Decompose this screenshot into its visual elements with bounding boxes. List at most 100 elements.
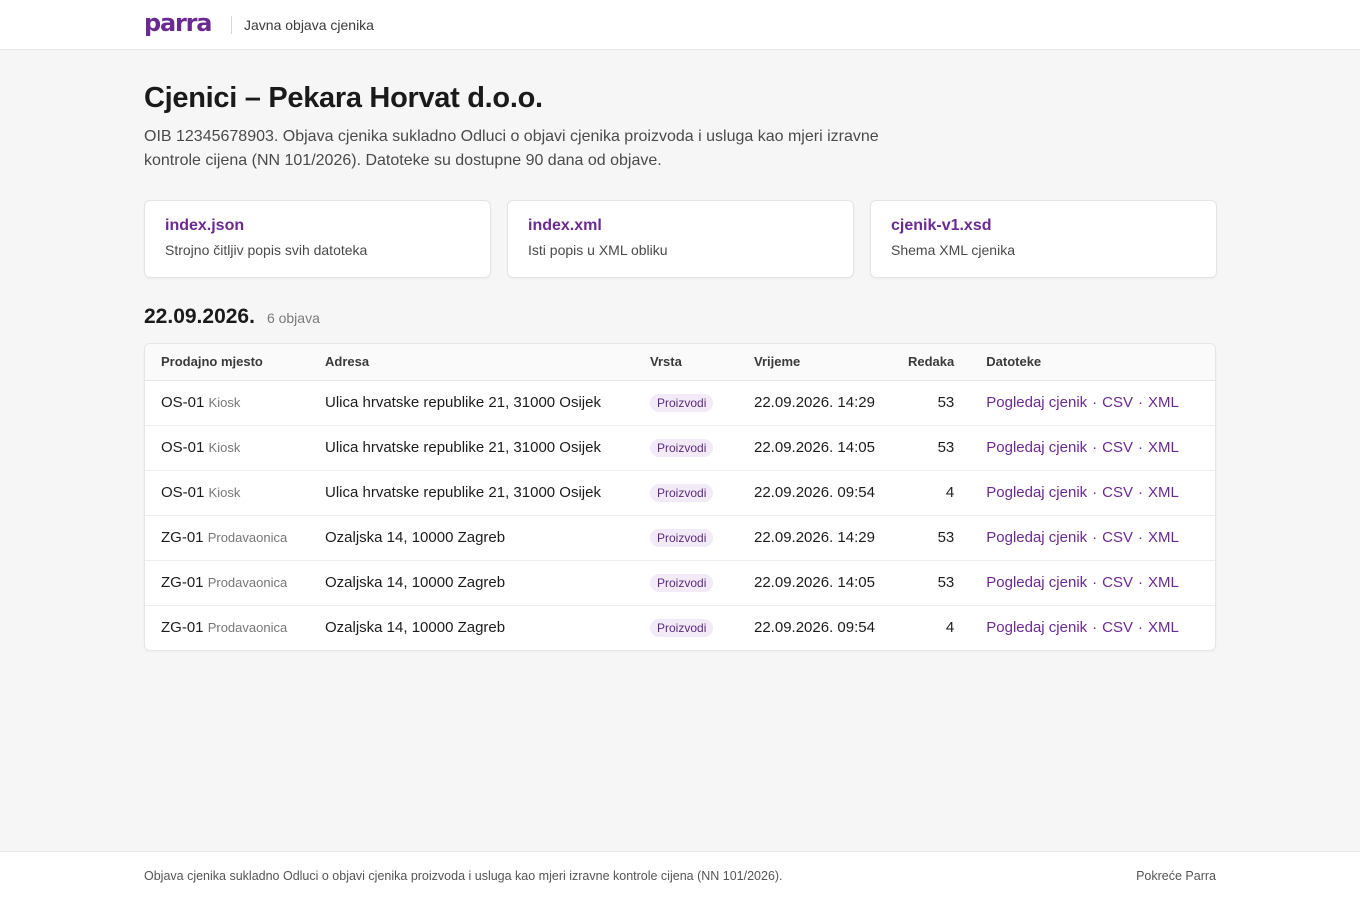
footer-legal-text: Objava cjenika sukladno Odluci o objavi … xyxy=(144,869,783,883)
cell-type: Proizvodi xyxy=(634,380,738,426)
table-header-row: Prodajno mjesto Adresa Vrsta Vrijeme Red… xyxy=(145,344,1215,381)
link-separator: · xyxy=(1138,484,1143,501)
col-header-time: Vrijeme xyxy=(738,344,892,381)
link-separator: · xyxy=(1138,529,1143,546)
link-separator: · xyxy=(1092,439,1098,456)
table-row: OS-01 Kiosk Ulica hrvatske republike 21, … xyxy=(145,380,1215,426)
card-index-xml-desc: Isti popis u XML obliku xyxy=(528,242,668,258)
col-header-rows: Redaka xyxy=(892,344,971,381)
cell-time: 22.09.2026. 09:54 xyxy=(754,619,875,637)
csv-download-link[interactable]: CSV xyxy=(1102,439,1133,456)
location-type: Prodavaonica xyxy=(207,620,288,636)
cell-files: Pogledaj cjenik · CSV · XML xyxy=(970,560,1215,606)
cell-location: OS-01 Kiosk xyxy=(145,470,309,516)
card-index-xml-link[interactable]: index.xml xyxy=(528,217,833,235)
link-separator: · xyxy=(1138,619,1143,637)
date-heading: 22.09.2026. xyxy=(144,305,255,328)
svg-text:parra: parra xyxy=(144,13,211,37)
cell-type: Proizvodi xyxy=(634,470,738,516)
card-schema-xsd-desc: Shema XML cjenika xyxy=(891,242,1015,258)
link-separator: · xyxy=(1092,484,1098,501)
top-bar-inner: parra Javna objava cjenika xyxy=(144,0,374,50)
location-code: ZG-01 xyxy=(161,619,204,637)
cell-row-count: 4 xyxy=(892,470,971,516)
parra-logo-icon: parra xyxy=(144,13,212,37)
location-code: ZG-01 xyxy=(161,574,204,591)
xml-download-link[interactable]: XML xyxy=(1148,529,1179,546)
location-type: Kiosk xyxy=(208,485,241,500)
view-price-list-link[interactable]: Pogledaj cjenik xyxy=(986,619,1087,636)
csv-download-link[interactable]: CSV xyxy=(1102,394,1133,411)
date-group-header: 22.09.2026. 6 objava xyxy=(144,305,320,329)
csv-download-link[interactable]: CSV xyxy=(1102,619,1133,636)
type-badge: Proizvodi xyxy=(650,483,714,502)
cell-time: 22.09.2026. 14:05 xyxy=(738,425,892,471)
link-separator: · xyxy=(1092,529,1098,546)
type-badge: Proizvodi xyxy=(650,573,714,592)
cell-files: Pogledaj cjenik · CSV · XML xyxy=(970,605,1215,650)
table-row: OS-01 Kiosk Ulica hrvatske republike 21, … xyxy=(145,470,1215,516)
cell-type: Proizvodi xyxy=(634,560,738,606)
type-badge: Proizvodi xyxy=(650,528,714,547)
xml-download-link[interactable]: XML xyxy=(1148,439,1179,456)
table-row: ZG-01 Prodavaonica Ozaljska 14, 10000 Zag… xyxy=(145,605,1215,650)
card-index-xml[interactable]: index.xml Isti popis u XML obliku xyxy=(507,200,854,278)
csv-download-link[interactable]: CSV xyxy=(1102,529,1133,546)
cell-location: ZG-01 Prodavaonica xyxy=(145,605,309,650)
cell-address: Ulica hrvatske republike 21, 31000 Osije… xyxy=(309,425,634,471)
cell-address: Ozaljska 14, 10000 Zagreb xyxy=(309,515,634,561)
col-header-address: Adresa xyxy=(309,344,634,381)
location-code: OS-01 xyxy=(161,439,205,456)
table-row: OS-01 Kiosk Ulica hrvatske republike 21, … xyxy=(145,425,1215,471)
cell-location: ZG-01 Prodavaonica xyxy=(145,515,309,561)
type-badge: Proizvodi xyxy=(650,618,714,637)
location-type: Kiosk xyxy=(208,440,241,455)
footer-powered-by-link[interactable]: Pokreće Parra xyxy=(1136,869,1216,883)
cell-type: Proizvodi xyxy=(634,515,738,561)
csv-download-link[interactable]: CSV xyxy=(1102,484,1133,501)
xml-download-link[interactable]: XML xyxy=(1148,484,1179,501)
col-header-location: Prodajno mjesto xyxy=(145,344,309,381)
xml-download-link[interactable]: XML xyxy=(1148,574,1179,591)
card-index-json-link[interactable]: index.json xyxy=(165,217,470,235)
page-title: Cjenici – Pekara Horvat d.o.o. xyxy=(144,82,543,114)
cell-type: Proizvodi xyxy=(634,605,738,650)
cell-location: ZG-01 Prodavaonica xyxy=(145,560,309,606)
card-schema-xsd[interactable]: cjenik-v1.xsd Shema XML cjenika xyxy=(870,200,1217,278)
cell-address: Ulica hrvatske republike 21, 31000 Osije… xyxy=(309,380,634,426)
view-price-list-link[interactable]: Pogledaj cjenik xyxy=(986,439,1087,456)
parra-logo[interactable]: parra xyxy=(144,0,219,50)
header-divider xyxy=(231,16,232,34)
footer: Objava cjenika sukladno Odluci o objavi … xyxy=(0,851,1360,900)
xml-download-link[interactable]: XML xyxy=(1148,394,1179,411)
table-body: OS-01 Kiosk Ulica hrvatske republike 21, … xyxy=(145,380,1215,650)
view-price-list-link[interactable]: Pogledaj cjenik xyxy=(986,574,1087,591)
cell-time: 22.09.2026. 14:05 xyxy=(738,560,892,606)
table-row: ZG-01 Prodavaonica Ozaljska 14, 10000 Zag… xyxy=(145,515,1215,561)
view-price-list-link[interactable]: Pogledaj cjenik xyxy=(986,484,1087,501)
cell-row-count: 4 xyxy=(945,619,955,637)
xml-download-link[interactable]: XML xyxy=(1148,619,1179,636)
cell-location: OS-01 Kiosk xyxy=(145,425,309,471)
view-price-list-link[interactable]: Pogledaj cjenik xyxy=(986,394,1087,411)
cell-location: OS-01 Kiosk xyxy=(145,380,309,426)
csv-download-link[interactable]: CSV xyxy=(1102,574,1133,591)
cell-files: Pogledaj cjenik · CSV · XML xyxy=(970,380,1215,426)
col-header-files: Datoteke xyxy=(970,344,1215,381)
cell-files: Pogledaj cjenik · CSV · XML xyxy=(970,425,1215,471)
page-intro: OIB 12345678903. Objava cjenika sukladno… xyxy=(144,128,879,169)
cell-row-count: 53 xyxy=(892,380,971,426)
cell-time: 22.09.2026. 14:29 xyxy=(738,380,892,426)
location-type: Kiosk xyxy=(208,395,241,410)
view-price-list-link[interactable]: Pogledaj cjenik xyxy=(986,529,1087,546)
col-header-type: Vrsta xyxy=(634,344,738,381)
cell-files: Pogledaj cjenik · CSV · XML xyxy=(970,515,1215,561)
type-badge: Proizvodi xyxy=(650,393,714,412)
cell-address: Ozaljska 14, 10000 Zagreb xyxy=(325,619,506,637)
cell-address: Ulica hrvatske republike 21, 31000 Osije… xyxy=(309,470,634,516)
top-bar: parra Javna objava cjenika xyxy=(0,0,1360,50)
link-separator: · xyxy=(1138,394,1143,411)
location-type: Prodavaonica xyxy=(207,530,288,545)
card-index-json[interactable]: index.json Strojno čitljiv popis svih da… xyxy=(144,200,491,278)
card-schema-xsd-link[interactable]: cjenik-v1.xsd xyxy=(891,217,1196,235)
